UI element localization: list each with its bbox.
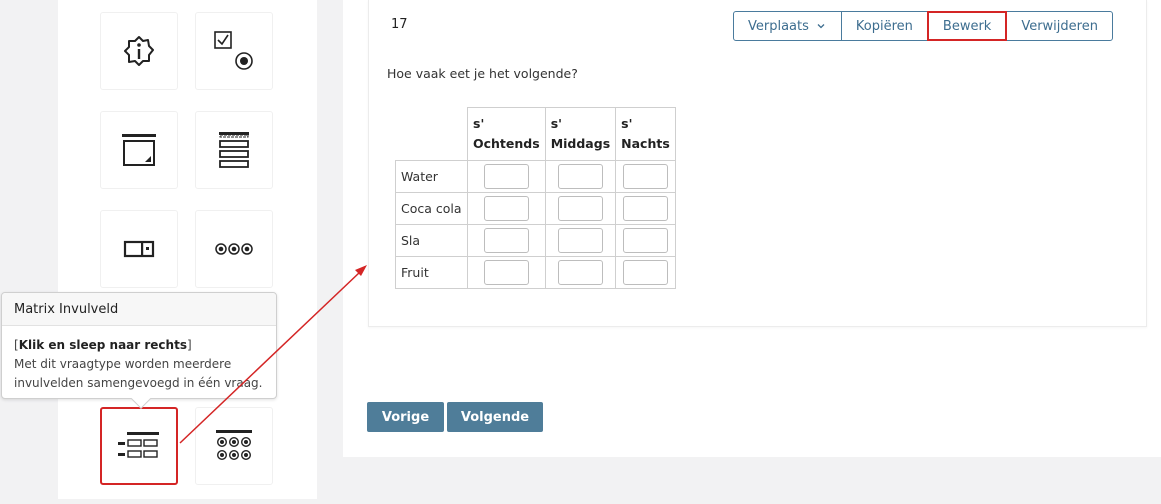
- radio-row-icon: [215, 243, 253, 255]
- textarea-icon: [122, 134, 156, 166]
- tooltip-description: Met dit vraagtype worden meerdere invulv…: [14, 357, 263, 390]
- matrix-cell: [615, 224, 677, 257]
- checkbox-radio-icon: [214, 31, 253, 70]
- tooltip-instruction: Klik en sleep naar rechts: [18, 338, 187, 352]
- matrix-corner: [395, 107, 468, 161]
- matrix-cell: [615, 192, 677, 225]
- matrix-input[interactable]: [557, 260, 603, 285]
- chevron-down-icon: [817, 24, 825, 29]
- stacked-fields-icon: [219, 132, 249, 168]
- matrix-cell: [615, 256, 677, 289]
- column-header-line2: Ochtends: [473, 136, 540, 151]
- matrix-input[interactable]: [483, 196, 529, 221]
- matrix-cell: [467, 160, 546, 193]
- question-type-palette: [58, 0, 317, 499]
- tile-checkbox-radio[interactable]: [195, 12, 273, 90]
- matrix-column-header: s' Ochtends: [467, 107, 546, 161]
- question-text: Hoe vaak eet je het volgende?: [387, 66, 578, 81]
- matrix-row-label: Water: [395, 160, 468, 193]
- matrix-column-header: s' Nachts: [615, 107, 677, 161]
- column-header-line2: Middags: [550, 136, 611, 151]
- matrix-header-row: s' Ochtends s' Middags s' Nachts: [395, 107, 677, 161]
- tile-stacked-fields[interactable]: [195, 111, 273, 189]
- matrix-input[interactable]: [483, 164, 529, 189]
- matrix-row: Sla: [395, 224, 677, 257]
- move-button-label: Verplaats: [748, 18, 809, 34]
- matrix-input-icon: [118, 432, 159, 458]
- matrix-radio-icon: [216, 430, 252, 461]
- edit-button[interactable]: Bewerk: [926, 11, 1008, 41]
- matrix-cell: [467, 192, 546, 225]
- matrix-row-label: Fruit: [395, 256, 468, 289]
- tile-input-field[interactable]: [100, 210, 178, 288]
- matrix-input[interactable]: [623, 196, 669, 221]
- matrix-cell: [467, 224, 546, 257]
- matrix-input[interactable]: [483, 228, 529, 253]
- matrix-cell: [544, 224, 617, 257]
- matrix-cell: [544, 160, 617, 193]
- matrix-cell: [615, 160, 677, 193]
- matrix-input[interactable]: [623, 164, 669, 189]
- matrix-row-label: Coca cola: [395, 192, 468, 225]
- move-button[interactable]: Verplaats: [733, 11, 842, 41]
- input-field-icon: [123, 240, 155, 258]
- previous-button[interactable]: Vorige: [367, 402, 444, 432]
- question-actions: Verplaats Kopiëren Bewerk Verwijderen: [733, 11, 1113, 41]
- matrix-row: Water: [395, 160, 677, 193]
- matrix-input[interactable]: [557, 228, 603, 253]
- matrix-column-header: s' Middags: [544, 107, 617, 161]
- matrix-table: s' Ochtends s' Middags s' Nachts Water Coca…: [395, 107, 677, 289]
- delete-button[interactable]: Verwijderen: [1006, 11, 1113, 41]
- tooltip-bracket-close: ]: [186, 338, 192, 352]
- matrix-row-label: Sla: [395, 224, 468, 257]
- tile-textarea[interactable]: [100, 111, 178, 189]
- tile-matrix-input[interactable]: [100, 407, 178, 485]
- tile-info[interactable]: [100, 12, 178, 90]
- matrix-row: Coca cola: [395, 192, 677, 225]
- tile-radio-row[interactable]: [195, 210, 273, 288]
- column-header-line1: s': [621, 116, 633, 131]
- matrix-input[interactable]: [557, 164, 603, 189]
- next-button[interactable]: Volgende: [447, 402, 543, 432]
- matrix-cell: [544, 256, 617, 289]
- column-header-line1: s': [473, 116, 485, 131]
- matrix-row: Fruit: [395, 256, 677, 289]
- matrix-input[interactable]: [623, 228, 669, 253]
- column-header-line2: Nachts: [621, 136, 670, 151]
- tile-matrix-radio[interactable]: [195, 407, 273, 485]
- question-number: 17: [391, 17, 408, 32]
- matrix-input[interactable]: [483, 260, 529, 285]
- column-header-line1: s': [550, 116, 562, 131]
- matrix-cell: [467, 256, 546, 289]
- tooltip-title: Matrix Invulveld: [2, 293, 276, 326]
- info-icon: [124, 36, 154, 66]
- copy-button[interactable]: Kopiëren: [840, 11, 928, 41]
- question-type-tooltip: Matrix Invulveld [Klik en sleep naar rec…: [1, 292, 277, 409]
- matrix-input[interactable]: [557, 196, 603, 221]
- matrix-cell: [544, 192, 617, 225]
- matrix-input[interactable]: [623, 260, 669, 285]
